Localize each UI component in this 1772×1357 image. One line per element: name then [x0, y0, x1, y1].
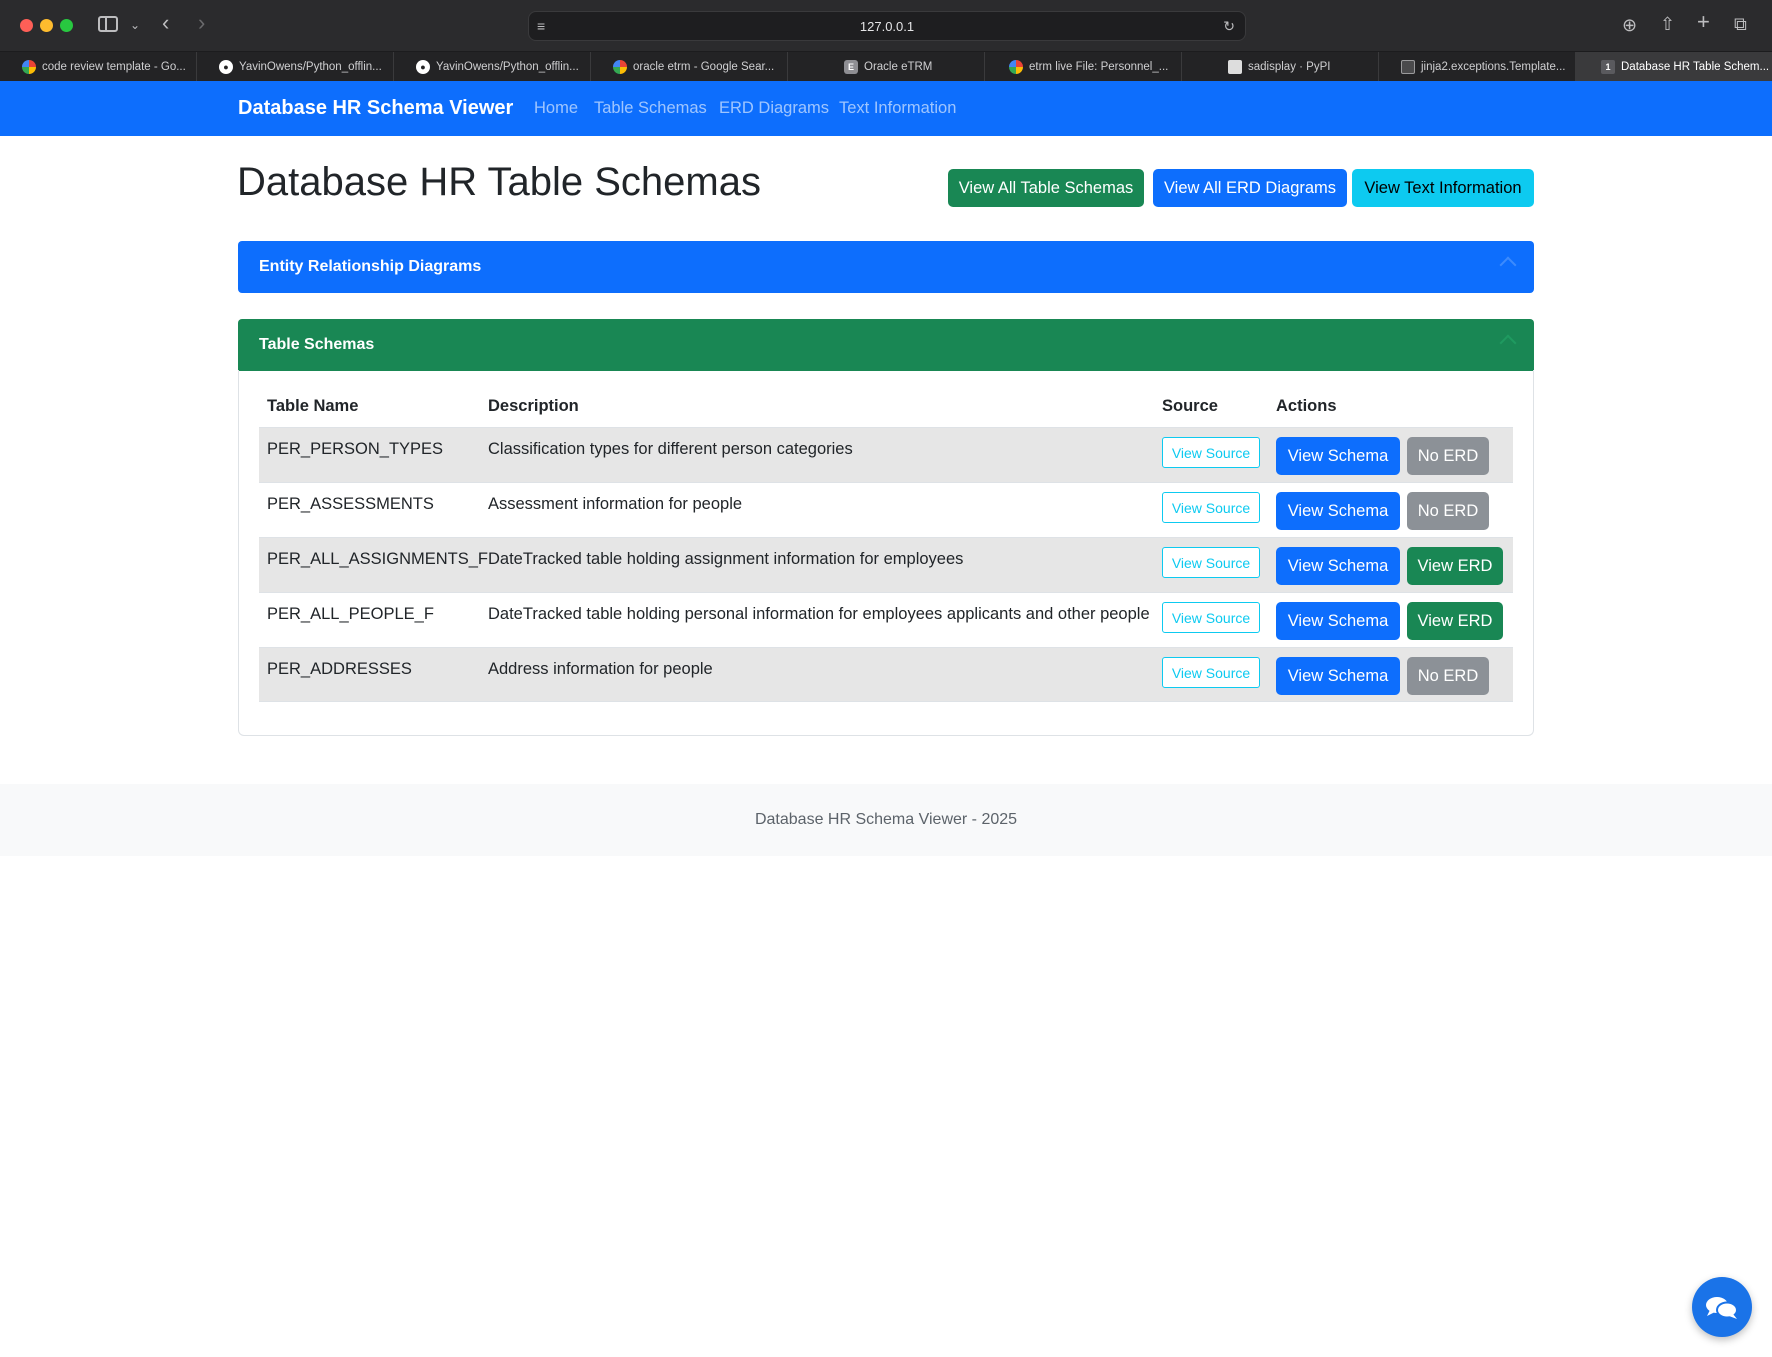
browser-tab[interactable]: ● YavinOwens/Python_offlin... — [394, 52, 591, 81]
nav-link-table-schemas[interactable]: Table Schemas — [594, 99, 707, 118]
browser-tab[interactable]: etrm live File: Personnel_... — [985, 52, 1182, 81]
share-icon[interactable]: ⇧ — [1660, 14, 1675, 34]
erd-section-title: Entity Relationship Diagrams — [259, 258, 482, 275]
tab-title: code review template - Go... — [42, 60, 186, 73]
view-schema-button[interactable]: View Schema — [1276, 602, 1400, 640]
table-row: PER_ALL_ASSIGNMENTS_F DateTracked table … — [259, 537, 1513, 592]
table-row: PER_PERSON_TYPES Classification types fo… — [259, 427, 1513, 482]
tab-title: YavinOwens/Python_offlin... — [239, 60, 382, 73]
github-icon: ● — [219, 59, 233, 74]
table-row: PER_ALL_PEOPLE_F DateTracked table holdi… — [259, 592, 1513, 647]
forward-icon[interactable]: › — [198, 12, 205, 34]
google-icon — [613, 59, 627, 74]
chevron-up-icon[interactable] — [1499, 334, 1517, 352]
erd-section-header[interactable]: Entity Relationship Diagrams — [238, 241, 1534, 293]
description-cell: DateTracked table holding personal infor… — [488, 605, 1150, 623]
etrm-icon: E — [844, 59, 858, 74]
google-icon — [1009, 59, 1023, 74]
chevron-down-icon[interactable]: ⌄ — [130, 15, 140, 35]
view-source-button[interactable]: View Source — [1162, 437, 1260, 468]
address-bar[interactable]: ≡ 127.0.0.1 ↻ — [528, 11, 1246, 41]
local-icon: 1 — [1601, 59, 1615, 74]
address-text: 127.0.0.1 — [859, 19, 915, 34]
navbar-brand[interactable]: Database HR Schema Viewer — [238, 97, 513, 120]
nav-link-home[interactable]: Home — [534, 99, 578, 118]
view-all-table-schemas-button[interactable]: View All Table Schemas — [948, 169, 1144, 207]
terminal-icon — [1401, 59, 1415, 74]
github-icon: ● — [416, 59, 430, 74]
view-source-button[interactable]: View Source — [1162, 657, 1260, 688]
column-header-actions: Actions — [1276, 397, 1337, 415]
browser-tab[interactable]: sadisplay · PyPI — [1182, 52, 1379, 81]
tab-overview-icon[interactable]: ⧉ — [1734, 14, 1747, 34]
tab-title: etrm live File: Personnel_... — [1029, 60, 1169, 73]
description-cell: Assessment information for people — [488, 495, 743, 513]
minimize-window-button[interactable] — [40, 19, 53, 32]
table-name-cell: PER_ALL_PEOPLE_F — [267, 605, 434, 623]
view-source-button[interactable]: View Source — [1162, 602, 1260, 633]
column-header-table-name: Table Name — [267, 397, 359, 415]
no-erd-button[interactable]: No ERD — [1407, 492, 1489, 530]
table-schemas-section-header[interactable]: Table Schemas — [238, 319, 1534, 371]
back-icon[interactable]: ‹ — [162, 12, 169, 34]
view-schema-button[interactable]: View Schema — [1276, 437, 1400, 475]
page-footer: Database HR Schema Viewer - 2025 — [0, 784, 1772, 856]
browser-tab-active[interactable]: 1 Database HR Table Schem... — [1576, 52, 1772, 81]
tab-title: oracle etrm - Google Sear... — [633, 60, 775, 73]
table-name-cell: PER_ASSESSMENTS — [267, 495, 434, 513]
view-erd-button[interactable]: View ERD — [1407, 547, 1503, 585]
table-name-cell: PER_ALL_ASSIGNMENTS_F — [267, 550, 488, 568]
chat-button[interactable] — [1692, 1277, 1752, 1337]
chat-icon — [1706, 1297, 1738, 1319]
table-row: PER_ASSESSMENTS Assessment information f… — [259, 482, 1513, 537]
browser-titlebar: ⌄ ‹ › ≡ 127.0.0.1 ↻ ⊕ ⇧ + ⧉ — [0, 0, 1772, 52]
sidebar-toggle-icon[interactable] — [98, 16, 118, 32]
page-title: Database HR Table Schemas — [237, 160, 761, 204]
description-cell: DateTracked table holding assignment inf… — [488, 550, 964, 568]
column-header-source: Source — [1162, 397, 1218, 415]
view-source-button[interactable]: View Source — [1162, 547, 1260, 578]
google-icon — [22, 59, 36, 74]
view-text-information-button[interactable]: View Text Information — [1352, 169, 1534, 207]
view-all-erd-diagrams-button[interactable]: View All ERD Diagrams — [1153, 169, 1347, 207]
browser-tab[interactable]: jinja2.exceptions.Template... — [1379, 52, 1576, 81]
browser-tab[interactable]: ● YavinOwens/Python_offlin... — [197, 52, 394, 81]
chevron-up-icon[interactable] — [1499, 256, 1517, 274]
close-window-button[interactable] — [20, 19, 33, 32]
reload-icon[interactable]: ↻ — [1223, 18, 1235, 35]
table-schemas-section-title: Table Schemas — [259, 336, 375, 353]
tab-title: YavinOwens/Python_offlin... — [436, 60, 579, 73]
no-erd-button[interactable]: No ERD — [1407, 657, 1489, 695]
footer-text: Database HR Schema Viewer - 2025 — [754, 811, 1018, 828]
table-name-cell: PER_PERSON_TYPES — [267, 440, 444, 458]
browser-tab[interactable]: E Oracle eTRM — [788, 52, 985, 81]
pypi-icon — [1228, 59, 1242, 74]
column-header-description: Description — [488, 397, 579, 415]
tab-bar: code review template - Go... ● YavinOwen… — [0, 52, 1772, 81]
no-erd-button[interactable]: No ERD — [1407, 437, 1489, 475]
nav-link-erd-diagrams[interactable]: ERD Diagrams — [719, 99, 829, 118]
table-name-cell: PER_ADDRESSES — [267, 660, 412, 678]
app-navbar: Database HR Schema Viewer Home Table Sch… — [0, 81, 1772, 136]
downloads-icon[interactable]: ⊕ — [1622, 15, 1637, 35]
maximize-window-button[interactable] — [60, 19, 73, 32]
view-schema-button[interactable]: View Schema — [1276, 492, 1400, 530]
table-row: PER_ADDRESSES Address information for pe… — [259, 647, 1513, 702]
tab-title: jinja2.exceptions.Template... — [1421, 60, 1566, 73]
view-schema-button[interactable]: View Schema — [1276, 547, 1400, 585]
view-erd-button[interactable]: View ERD — [1407, 602, 1503, 640]
browser-tab[interactable]: code review template - Go... — [0, 52, 197, 81]
view-schema-button[interactable]: View Schema — [1276, 657, 1400, 695]
tab-title: Oracle eTRM — [864, 60, 933, 73]
view-source-button[interactable]: View Source — [1162, 492, 1260, 523]
new-tab-icon[interactable]: + — [1697, 11, 1710, 33]
description-cell: Classification types for different perso… — [488, 440, 853, 458]
browser-tab[interactable]: oracle etrm - Google Sear... — [591, 52, 788, 81]
description-cell: Address information for people — [488, 660, 713, 678]
nav-link-text-information[interactable]: Text Information — [839, 99, 956, 118]
tab-title: Database HR Table Schem... — [1621, 60, 1770, 73]
tab-title: sadisplay · PyPI — [1248, 60, 1331, 73]
